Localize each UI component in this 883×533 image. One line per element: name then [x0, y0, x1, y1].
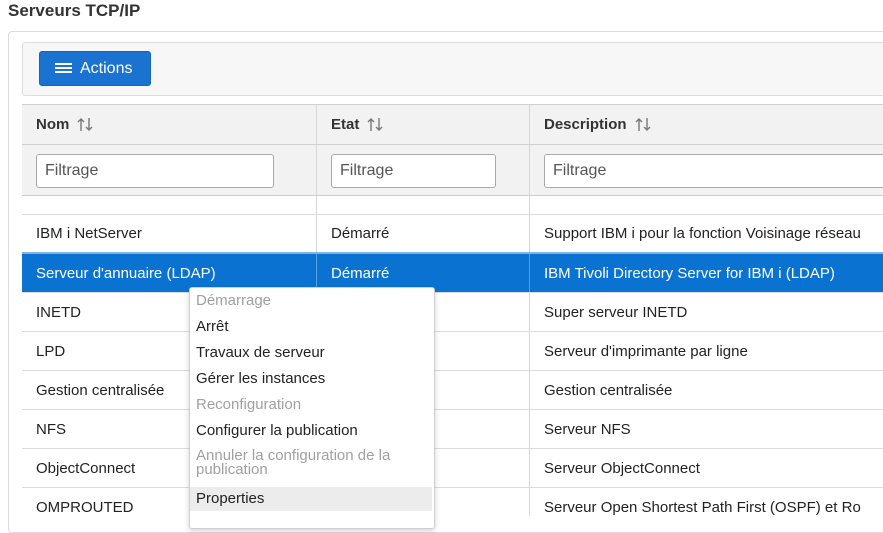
table-row[interactable]: LPD Serveur d'imprimante par ligne [22, 332, 883, 371]
actions-button-label: Actions [80, 59, 133, 77]
menu-item-gerer-les-instances[interactable]: Gérer les instances [190, 371, 432, 389]
menu-item-configurer-la-publication[interactable]: Configurer la publication [190, 423, 432, 441]
sort-updown-icon[interactable] [635, 117, 652, 132]
menu-item-travaux-de-serveur[interactable]: Travaux de serveur [190, 345, 432, 363]
table-row[interactable]: Gestion centralisée Gestion centralisée [22, 371, 883, 410]
sort-updown-icon[interactable] [367, 117, 384, 132]
hamburger-menu-icon [55, 62, 72, 75]
actions-button[interactable]: Actions [39, 51, 151, 86]
table-cell-description: Super serveur INETD [544, 303, 688, 321]
table-cell-description: Serveur d'imprimante par ligne [544, 342, 748, 360]
filter-cell-etat [317, 145, 530, 195]
filter-input-nom[interactable] [36, 154, 274, 188]
table-cell-state: Démarré [317, 215, 530, 252]
sort-updown-icon[interactable] [77, 117, 94, 132]
toolbar [22, 42, 883, 96]
table-cell-description: Serveur NFS [544, 420, 631, 438]
filter-cell-nom [22, 145, 317, 195]
menu-item-reconfiguration[interactable]: Reconfiguration [190, 397, 432, 415]
column-header-nom[interactable]: Nom [22, 105, 317, 144]
column-header-label: Nom [36, 116, 70, 133]
table-cell-description: Serveur Open Shortest Path First (OSPF) … [544, 498, 861, 516]
menu-item-annuler-la-configuration[interactable]: Annuler la configuration de la publicati… [190, 448, 432, 481]
column-header-label: Description [544, 116, 627, 133]
filter-row [22, 145, 883, 196]
filter-input-description[interactable] [544, 154, 883, 188]
table-row[interactable]: INETD Super serveur INETD [22, 293, 883, 332]
table-body: IBM i NetServer Démarré Support IBM i pour… [22, 196, 883, 516]
filter-cell-description [530, 145, 883, 195]
column-header-label: Etat [331, 116, 360, 133]
table-cell-partial [317, 196, 530, 214]
column-header-description[interactable]: Description [530, 105, 883, 144]
table-row-selected[interactable]: Serveur d'annuaire (LDAP) Démarré IBM Tivo… [22, 254, 883, 293]
filter-input-etat[interactable] [331, 154, 496, 188]
table-cell-partial [530, 196, 883, 214]
table-row[interactable]: IBM i NetServer Démarré Support IBM i pour… [22, 215, 883, 254]
table-cell-partial [22, 196, 317, 214]
context-menu: Démarrage Arrêt Travaux de serveur Gérer… [189, 287, 435, 529]
table-row[interactable]: ObjectConnect Serveur ObjectConnect [22, 449, 883, 488]
table-row-partial[interactable] [22, 196, 883, 215]
table-cell-description: Gestion centralisée [544, 381, 673, 399]
table-cell-description: IBM Tivoli Directory Server for IBM i (L… [544, 264, 835, 282]
table-row[interactable]: OMPROUTED Serveur Open Shortest Path Firs… [22, 488, 883, 516]
menu-item-arret[interactable]: Arrêt [190, 319, 432, 337]
page-title: Serveurs TCP/IP [8, 1, 141, 20]
table-cell-description: Support IBM i pour la fonction Voisinage… [544, 225, 861, 242]
menu-item-properties[interactable]: Properties [190, 487, 432, 511]
table-cell-description: Serveur ObjectConnect [544, 459, 700, 477]
table-row[interactable]: NFS Serveur NFS [22, 410, 883, 449]
column-header-etat[interactable]: Etat [317, 105, 530, 144]
table-header: Nom Etat Description [22, 104, 883, 145]
menu-item-demarrage[interactable]: Démarrage [190, 293, 432, 311]
table-cell-name: IBM i NetServer [22, 215, 317, 252]
